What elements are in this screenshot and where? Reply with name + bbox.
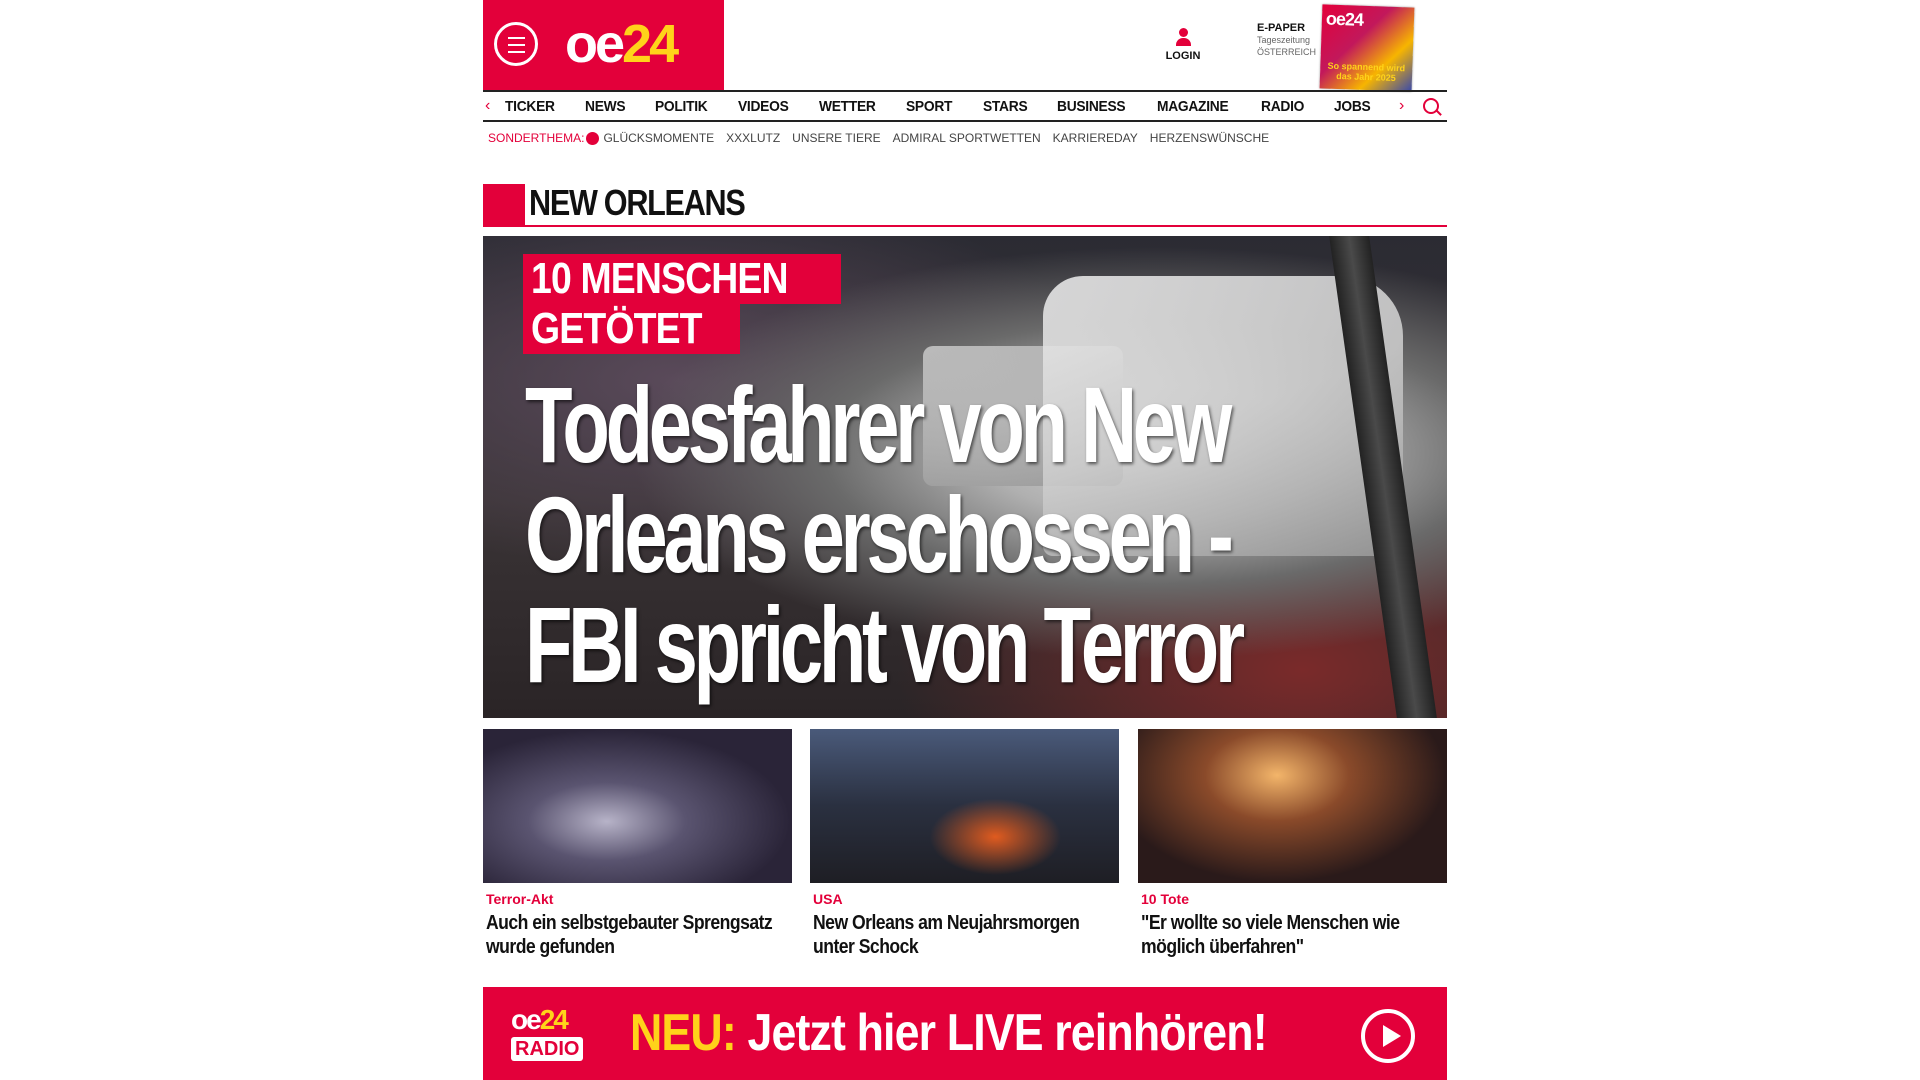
teaser-image[interactable] bbox=[1138, 729, 1447, 883]
sub-nav-item-unsere-tiere[interactable]: UNSERE TIERE bbox=[792, 131, 880, 145]
site-logo[interactable]: oe24 bbox=[565, 14, 679, 74]
main-nav: ‹ TICKER NEWS POLITIK VIDEOS WETTER SPOR… bbox=[483, 90, 1447, 122]
teaser-image[interactable] bbox=[810, 729, 1119, 883]
radio-banner-highlight: NEU: bbox=[630, 1004, 737, 1062]
hero-label-line2: GETÖTET bbox=[523, 304, 740, 354]
teaser-kicker: USA bbox=[813, 891, 843, 907]
sub-nav-item-herzenswuensche[interactable]: HERZENSWÜNSCHE bbox=[1150, 131, 1269, 145]
login-button[interactable]: LOGIN bbox=[1165, 28, 1201, 62]
section-divider bbox=[525, 225, 1447, 227]
nav-item-ticker[interactable]: TICKER bbox=[505, 98, 555, 115]
sub-nav: SONDERTHEMA: GLÜCKSMOMENTE XXXLUTZ UNSER… bbox=[488, 130, 1281, 146]
hero-article[interactable]: 10 MENSCHEN GETÖTET Todesfahrer von New … bbox=[483, 236, 1447, 718]
epaper-sub2: ÖSTERREICH bbox=[1257, 47, 1317, 57]
teaser-kicker: 10 Tote bbox=[1141, 891, 1189, 907]
menu-icon[interactable] bbox=[494, 22, 538, 66]
teaser-kicker: Terror-Akt bbox=[486, 891, 554, 907]
hero-label-line1: 10 MENSCHEN bbox=[523, 254, 841, 304]
nav-item-business[interactable]: BUSINESS bbox=[1057, 98, 1126, 115]
nav-item-politik[interactable]: POLITIK bbox=[655, 98, 708, 115]
nav-right-icon[interactable]: › bbox=[1399, 97, 1404, 115]
nav-item-jobs[interactable]: JOBS bbox=[1334, 98, 1371, 115]
nav-item-radio[interactable]: RADIO bbox=[1261, 98, 1304, 115]
teaser-title[interactable]: New Orleans am Neujahrsmorgen unter Scho… bbox=[813, 911, 1117, 959]
nav-items: TICKER NEWS POLITIK VIDEOS WETTER SPORT … bbox=[505, 92, 1399, 120]
section-title[interactable]: NEW ORLEANS bbox=[529, 182, 746, 224]
nav-item-sport[interactable]: SPORT bbox=[906, 98, 952, 115]
cover-headline: So spannend wird das Jahr 2025 bbox=[1327, 60, 1406, 84]
radio-banner-main: Jetzt hier LIVE reinhören! bbox=[747, 1004, 1267, 1062]
teaser-title[interactable]: Auch ein selbstgebauter Sprengsatz wurde… bbox=[486, 911, 790, 959]
nav-item-magazine[interactable]: MAGAZINE bbox=[1157, 98, 1229, 115]
logo-area: oe24 bbox=[483, 0, 724, 90]
hero-headline[interactable]: Todesfahrer von New Orleans erschossen -… bbox=[525, 370, 1317, 700]
search-icon[interactable] bbox=[1423, 98, 1439, 114]
sub-nav-item-admiral[interactable]: ADMIRAL SPORTWETTEN bbox=[893, 131, 1041, 145]
epaper-cover[interactable]: oe24 So spannend wird das Jahr 2025 bbox=[1319, 4, 1415, 92]
page: oe24 LOGIN E-PAPER Tageszeitung ÖSTERREI… bbox=[483, 0, 1447, 1080]
radio-logo: oe24 RADIO bbox=[511, 1005, 597, 1061]
radio-logo-sub: RADIO bbox=[511, 1037, 584, 1061]
section-marker bbox=[483, 184, 525, 227]
gluecksmomente-icon bbox=[586, 131, 600, 145]
user-icon bbox=[1174, 28, 1192, 48]
teaser-title[interactable]: "Er wollte so viele Menschen wie möglich… bbox=[1141, 911, 1445, 959]
nav-item-news[interactable]: NEWS bbox=[585, 98, 626, 115]
epaper-title: E-PAPER bbox=[1257, 22, 1306, 34]
epaper-link[interactable]: E-PAPER Tageszeitung ÖSTERREICH bbox=[1257, 22, 1321, 58]
radio-banner-text: NEU: Jetzt hier LIVE reinhören! bbox=[630, 1003, 1268, 1063]
login-label: LOGIN bbox=[1165, 50, 1201, 62]
sub-nav-item-gluecksmomente[interactable]: GLÜCKSMOMENTE bbox=[603, 131, 714, 145]
nav-item-stars[interactable]: STARS bbox=[983, 98, 1028, 115]
nav-item-wetter[interactable]: WETTER bbox=[819, 98, 876, 115]
nav-item-videos[interactable]: VIDEOS bbox=[738, 98, 789, 115]
play-icon[interactable] bbox=[1361, 1009, 1415, 1063]
teaser-card[interactable]: Terror-Akt Auch ein selbstgebauter Spren… bbox=[483, 729, 792, 959]
sub-nav-item-xxxlutz[interactable]: XXXLUTZ bbox=[726, 131, 780, 145]
epaper-sub1: Tageszeitung bbox=[1257, 35, 1311, 45]
nav-left-icon[interactable]: ‹ bbox=[485, 97, 490, 115]
teaser-card[interactable]: 10 Tote "Er wollte so viele Menschen wie… bbox=[1138, 729, 1447, 959]
radio-banner[interactable]: oe24 RADIO NEU: Jetzt hier LIVE reinhöre… bbox=[483, 987, 1447, 1080]
teaser-image[interactable] bbox=[483, 729, 792, 883]
cover-logo: oe24 bbox=[1325, 8, 1364, 30]
sub-nav-label: SONDERTHEMA: bbox=[488, 131, 585, 145]
teaser-card[interactable]: USA New Orleans am Neujahrsmorgen unter … bbox=[810, 729, 1119, 959]
radio-logo-mark: oe24 bbox=[511, 1004, 569, 1035]
sub-nav-item-karriereday[interactable]: KARRIEREDAY bbox=[1053, 131, 1138, 145]
